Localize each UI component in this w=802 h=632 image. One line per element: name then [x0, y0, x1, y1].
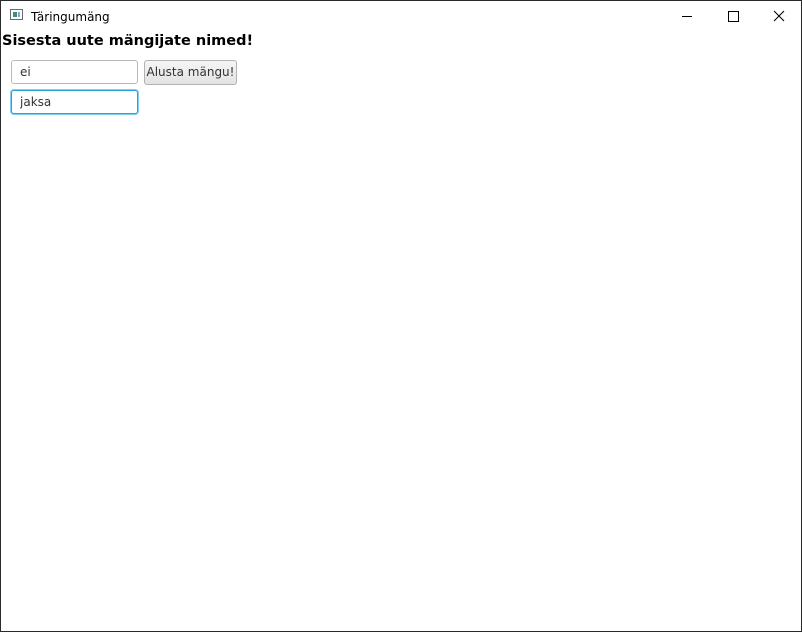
app-window-icon	[10, 9, 23, 20]
minimize-button[interactable]	[664, 1, 710, 31]
title-bar[interactable]: Täringumäng	[1, 1, 801, 31]
app-window: Täringumäng Sisesta uute mängijate nimed…	[0, 0, 802, 632]
player-name-field-2[interactable]	[11, 90, 138, 114]
start-game-button[interactable]: Alusta mängu!	[144, 60, 237, 85]
page-title: Sisesta uute mängijate nimed!	[2, 33, 254, 49]
window-title: Täringumäng	[31, 10, 110, 24]
close-button[interactable]	[756, 1, 801, 31]
close-icon	[773, 10, 785, 22]
maximize-icon	[728, 11, 739, 22]
minimize-icon	[682, 16, 692, 17]
player-name-field-1[interactable]	[11, 60, 138, 84]
maximize-button[interactable]	[710, 1, 756, 31]
